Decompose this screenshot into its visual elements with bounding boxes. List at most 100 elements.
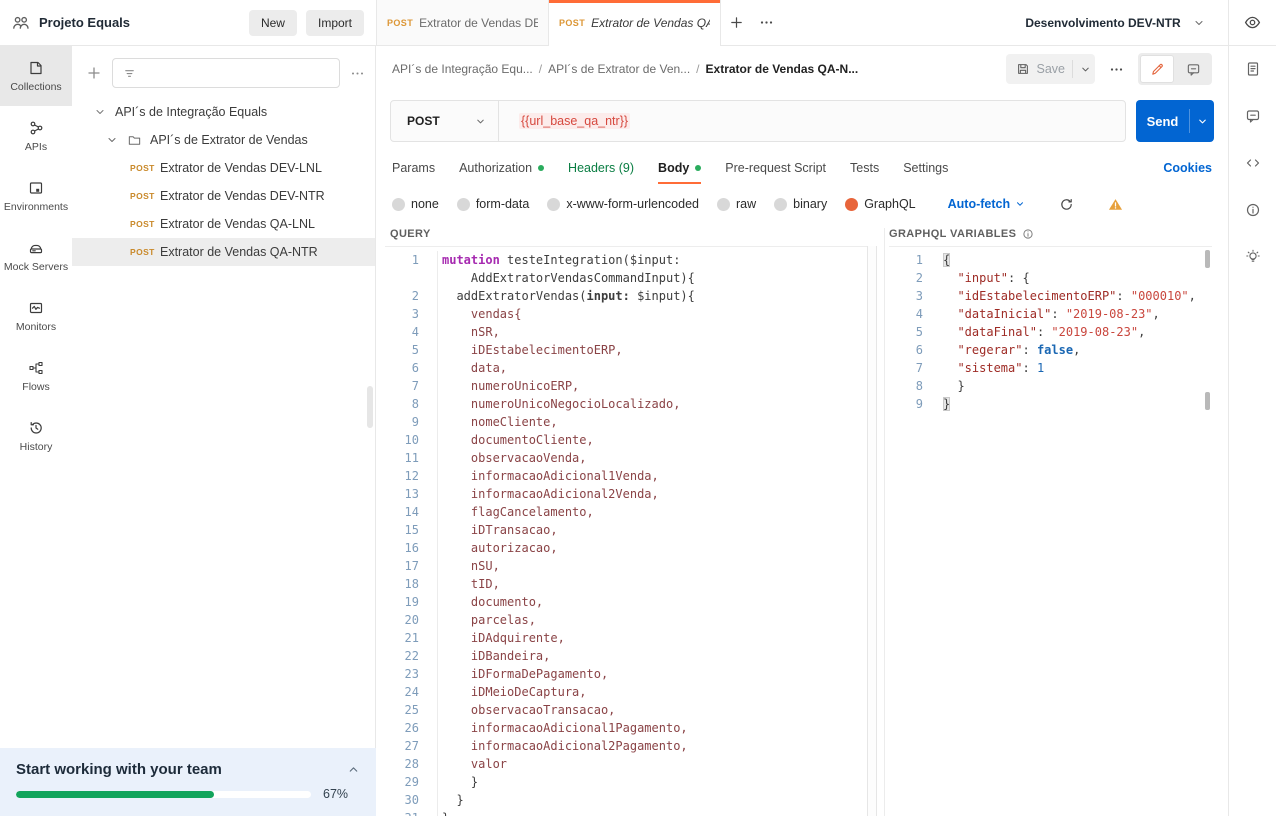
line-number: 22 [385,647,419,665]
refresh-schema-icon[interactable] [1059,197,1074,212]
body-type-none[interactable]: none [392,197,439,211]
filter-icon [122,66,137,81]
sidebar-item-label: APIs [25,141,47,153]
code-line: 6 "regerar": false, [889,341,1212,359]
cookies-link[interactable]: Cookies [1163,161,1212,175]
sidebar-item-environments[interactable]: Environments [0,166,72,226]
save-button[interactable]: Save [1006,54,1096,84]
chevron-down-icon[interactable] [93,106,107,118]
new-tab-button[interactable] [721,15,751,30]
code-text: flagCancelamento, [437,503,594,521]
body-type-binary[interactable]: binary [774,197,827,211]
url-input[interactable]: {{url_base_qa_ntr}} [499,114,630,128]
collection-row[interactable]: API´s de Integração Equals [72,98,375,126]
breadcrumb-segment[interactable]: Extrator de Vendas QA-N... [706,62,859,76]
request-list: POSTExtrator de Vendas DEV-LNLPOSTExtrat… [72,154,375,266]
tab-options-icon[interactable] [751,15,781,30]
line-number: 21 [385,629,419,647]
code-line: 18 tID, [385,575,867,593]
body-type-x-www-form-urlencoded[interactable]: x-www-form-urlencoded [547,197,699,211]
tab-body[interactable]: Body [658,152,701,184]
sidebar-item-label: History [20,441,53,453]
add-collection-button[interactable] [86,65,102,81]
line-number: 3 [385,305,419,323]
variables-scrollbar-thumb[interactable] [1205,250,1210,268]
monitors-icon [28,300,44,316]
sidebar-item-flows[interactable]: Flows [0,346,72,406]
breadcrumb-segment[interactable]: API´s de Integração Equ... [392,62,533,76]
tab-pre-request-script[interactable]: Pre-request Script [725,152,826,184]
request-name: Extrator de Vendas QA-NTR [160,245,318,259]
sidebar-resize-handle[interactable] [367,386,373,428]
variables-scrollbar-thumb[interactable] [1205,392,1210,410]
method-select[interactable]: POST [391,101,499,141]
edit-pencil-icon[interactable] [1140,55,1174,83]
info-icon[interactable] [1245,202,1261,218]
sidebar-more-icon[interactable] [350,66,365,81]
mock-servers-icon [28,240,44,256]
code-line: 5 iDEstabelecimentoERP, [385,341,867,359]
tab-settings[interactable]: Settings [903,152,948,184]
code-text: observacaoTransacao, [437,701,615,719]
code-text: "sistema": 1 [939,359,1044,377]
environment-selector[interactable]: Desenvolvimento DEV-NTR [1025,16,1180,30]
code-text: tID, [437,575,500,593]
body-type-form-data[interactable]: form-data [457,197,530,211]
info-icon[interactable] [1022,228,1034,240]
import-button[interactable]: Import [306,10,364,36]
request-tab-label: Headers (9) [568,161,634,175]
code-line: 2 addExtratorVendas(input: $input){ [385,287,867,305]
code-line: 25 observacaoTransacao, [385,701,867,719]
save-options-chevron-icon[interactable] [1080,64,1091,75]
tab-params[interactable]: Params [392,152,435,184]
send-options-chevron-icon[interactable] [1190,100,1214,142]
apis-icon [28,120,44,136]
collapse-banner-icon[interactable] [347,763,360,776]
workspace-name[interactable]: Projeto Equals [39,15,130,30]
send-button[interactable]: Send [1136,100,1189,142]
sidebar-item-history[interactable]: History [0,406,72,466]
sidebar-item-collections[interactable]: Collections [0,46,72,106]
documentation-icon[interactable] [1245,61,1261,77]
autofetch-dropdown[interactable]: Auto-fetch [948,197,1026,211]
comment-icon[interactable] [1176,55,1210,83]
comments-icon[interactable] [1245,108,1261,124]
tab-authorization[interactable]: Authorization [459,152,544,184]
code-line: 3 "idEstabelecimentoERP": "000010", [889,287,1212,305]
tree-request-row[interactable]: POSTExtrator de Vendas DEV-LNL [72,154,375,182]
graphql-variables-editor[interactable]: 1{2 "input": {3 "idEstabelecimentoERP": … [889,246,1212,816]
search-input[interactable] [112,58,340,88]
folder-row[interactable]: API´s de Extrator de Vendas [72,126,375,154]
new-button[interactable]: New [249,10,297,36]
body-type-graphql[interactable]: GraphQL [845,197,915,211]
sidebar-item-apis[interactable]: APIs [0,106,72,166]
code-text: } [939,395,950,413]
method-badge: POST [130,191,160,201]
tab-label: Extrator de Vendas DEV [419,16,538,30]
code-text: iDFormaDePagamento, [437,665,608,683]
request-tab[interactable]: POSTExtrator de Vendas QA- [549,0,721,46]
sidebar-item-monitors[interactable]: Monitors [0,286,72,346]
code-line: 17 nSU, [385,557,867,575]
code-snippet-icon[interactable] [1245,155,1261,171]
environment-quick-look-icon[interactable] [1244,14,1261,31]
tree-request-row[interactable]: POSTExtrator de Vendas QA-LNL [72,210,375,238]
line-number: 1 [385,251,419,269]
schema-warning-icon[interactable] [1108,197,1123,212]
pm-lightbulb-icon[interactable] [1245,249,1261,265]
request-tab[interactable]: POSTExtrator de Vendas DEV [377,0,549,45]
graphql-query-editor[interactable]: 1mutation testeIntegration($input: AddEx… [385,246,867,816]
body-type-raw[interactable]: raw [717,197,756,211]
tab-tests[interactable]: Tests [850,152,879,184]
tree-request-row[interactable]: POSTExtrator de Vendas QA-NTR [72,238,375,266]
sidebar-item-mock-servers[interactable]: Mock Servers [0,226,72,286]
breadcrumb-segment[interactable]: API´s de Extrator de Ven... [548,62,690,76]
tree-request-row[interactable]: POSTExtrator de Vendas DEV-NTR [72,182,375,210]
request-more-icon[interactable] [1109,62,1124,77]
query-scrollbar[interactable] [867,246,877,816]
code-text: } [437,809,449,816]
chevron-down-icon[interactable] [105,134,119,146]
tab-headers-9-[interactable]: Headers (9) [568,152,634,184]
radio-icon [457,198,470,211]
chevron-down-icon[interactable] [1193,17,1205,29]
